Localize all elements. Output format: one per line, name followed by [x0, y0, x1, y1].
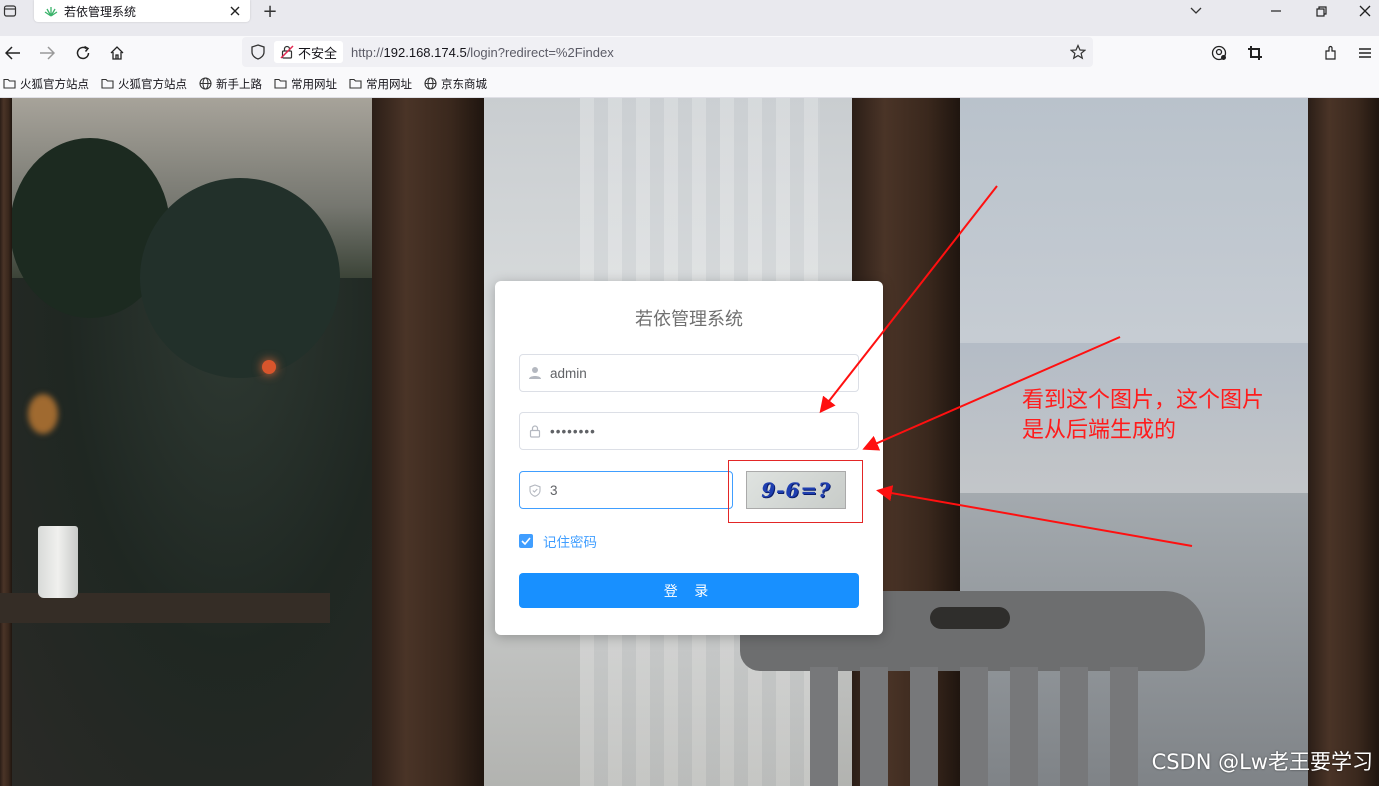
wooden-post	[372, 98, 484, 786]
url-text[interactable]: http://192.168.174.5/login?redirect=%2Fi…	[351, 45, 614, 60]
bookmark-item[interactable]: 新手上路	[198, 76, 262, 92]
username-field[interactable]	[519, 354, 859, 392]
minimize-icon[interactable]	[1258, 0, 1294, 22]
annotation-line-1: 看到这个图片，这个图片	[1022, 388, 1265, 413]
bookmark-label: 火狐官方站点	[20, 76, 89, 91]
annotation-text: 看到这个图片，这个图片 是从后端生成的	[1022, 386, 1322, 446]
password-input[interactable]	[550, 423, 840, 439]
remember-password-checkbox[interactable]: 记住密码	[519, 531, 597, 551]
bookmark-label: 火狐官方站点	[118, 76, 187, 91]
bookmark-item[interactable]: 火狐官方站点	[100, 76, 187, 92]
tab-bar: 若依管理系统 +	[0, 0, 1379, 36]
back-icon[interactable]	[0, 41, 26, 65]
reload-icon[interactable]	[70, 41, 96, 65]
globe-icon	[423, 77, 437, 90]
new-tab-button[interactable]: +	[260, 0, 280, 22]
bookmark-label: 新手上路	[216, 76, 262, 91]
annotation-line-2: 是从后端生成的	[1022, 418, 1177, 443]
login-form: 若依管理系统 9-6=? 记住密码 登 录	[495, 281, 883, 635]
globe-icon	[198, 77, 212, 90]
bookmark-item[interactable]: 常用网址	[273, 76, 337, 92]
url-path: /login?redirect=%2Findex	[466, 44, 614, 60]
tree-silhouette	[140, 178, 340, 378]
wooden-post	[0, 98, 12, 786]
close-tab-icon[interactable]	[228, 4, 242, 18]
url-prefix: http://	[351, 44, 384, 60]
security-label: 不安全	[298, 46, 338, 62]
bookmark-label: 京东商城	[441, 76, 487, 91]
folder-icon	[100, 78, 114, 90]
bookmark-item[interactable]: 京东商城	[423, 76, 487, 92]
url-host: 192.168.174.5	[383, 44, 467, 60]
tab-title: 若依管理系统	[64, 4, 137, 19]
remember-password-label: 记住密码	[543, 535, 597, 551]
folder-icon	[273, 78, 287, 90]
captcha-field[interactable]	[519, 471, 733, 509]
bookmark-star-icon[interactable]	[1069, 43, 1087, 61]
home-icon[interactable]	[104, 41, 130, 65]
folder-icon	[2, 78, 16, 90]
bookmark-label: 常用网址	[291, 76, 337, 91]
crop-screenshot-icon[interactable]	[1242, 41, 1268, 65]
bookmarks-toolbar: 火狐官方站点 火狐官方站点 新手上路 常用网址 常用网址 京东商城	[0, 70, 1379, 98]
password-field[interactable]	[519, 412, 859, 450]
login-title: 若依管理系统	[635, 309, 743, 330]
csdn-watermark: CSDN @Lw老王要学习	[1151, 750, 1373, 774]
lamp-light	[28, 394, 58, 434]
close-window-icon[interactable]	[1347, 0, 1379, 22]
account-icon[interactable]	[1206, 41, 1232, 65]
connection-not-secure-badge[interactable]: 不安全	[274, 41, 344, 63]
paper-cup	[38, 526, 78, 598]
tab-list-icon[interactable]	[0, 0, 20, 22]
extensions-icon[interactable]	[1318, 41, 1344, 65]
insecure-lock-icon	[280, 45, 294, 59]
username-input[interactable]	[550, 365, 840, 381]
shield-check-icon	[520, 483, 550, 497]
new-tab-icon: +	[262, 0, 278, 22]
tracking-protection-icon[interactable]	[248, 44, 268, 60]
list-all-tabs-icon[interactable]	[1178, 0, 1214, 22]
checkbox-checked-icon[interactable]	[519, 534, 533, 548]
user-icon	[520, 366, 550, 380]
active-tab[interactable]: 若依管理系统	[34, 0, 250, 22]
forward-icon[interactable]	[34, 41, 60, 65]
address-bar[interactable]: 不安全 http://192.168.174.5/login?redirect=…	[242, 37, 1093, 67]
lamp-light	[262, 360, 276, 374]
bookmark-item[interactable]: 火狐官方站点	[2, 76, 89, 92]
bookmark-item[interactable]: 常用网址	[348, 76, 412, 92]
restore-icon[interactable]	[1303, 0, 1339, 22]
lock-icon	[520, 424, 550, 438]
ruoyi-favicon-icon	[44, 7, 58, 17]
menu-icon[interactable]	[1352, 41, 1378, 65]
captcha-input[interactable]	[550, 482, 720, 498]
login-button[interactable]: 登 录	[519, 573, 859, 608]
bookmark-label: 常用网址	[366, 76, 412, 91]
captcha-highlight-box	[728, 460, 863, 523]
folder-icon	[348, 78, 362, 90]
